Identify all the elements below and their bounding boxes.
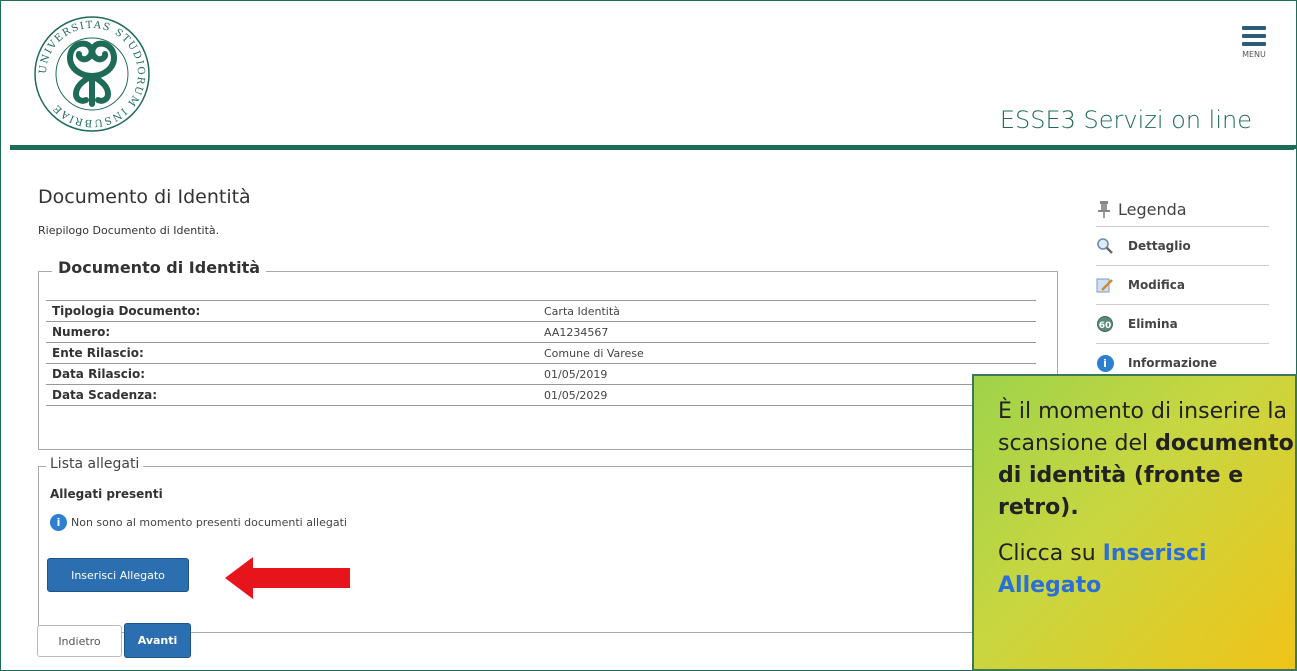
attachments-fieldset [38, 466, 1058, 633]
back-button[interactable]: Indietro [37, 625, 122, 657]
row-value: AA1234567 [538, 321, 1036, 343]
delete-icon: 60 [1096, 315, 1114, 333]
callout-paragraph-2: Clicca su Inserisci Allegato [998, 541, 1207, 598]
attachments-info-text: Non sono al momento presenti documenti a… [71, 516, 347, 529]
svg-text:60: 60 [1099, 321, 1112, 331]
row-label: Numero: [46, 321, 538, 343]
row-label: Data Rilascio: [46, 363, 538, 385]
legend-item-label: Dettaglio [1128, 239, 1191, 253]
attachments-info: i Non sono al momento presenti documenti… [50, 514, 347, 531]
row-value: Comune di Varese [538, 342, 1036, 364]
header: UNIVERSITAS STUDIORUM INSUBRIAE MENU ESS… [10, 10, 1294, 150]
menu-label: MENU [1242, 50, 1266, 59]
legend-panel: Legenda Dettaglio Modifica 60 Elimina i … [1096, 196, 1269, 383]
red-arrow-annotation [225, 557, 350, 599]
legend-item-dettaglio: Dettaglio [1096, 227, 1269, 266]
legend-item-label: Modifica [1128, 278, 1185, 292]
table-row: Data Scadenza: 01/05/2029 [46, 384, 1036, 406]
table-row: Ente Rilascio: Comune di Varese [46, 342, 1036, 364]
row-value: 01/05/2019 [538, 363, 1036, 385]
row-value: 01/05/2029 [538, 384, 1036, 406]
page-subtitle: Riepilogo Documento di Identità. [38, 224, 220, 237]
document-table: Tipologia Documento: Carta Identità Nume… [46, 300, 1036, 406]
table-row: Data Rilascio: 01/05/2019 [46, 363, 1036, 385]
attachments-title: Allegati presenti [50, 487, 163, 501]
pin-icon [1098, 201, 1110, 218]
hamburger-icon [1234, 26, 1274, 46]
magnifier-icon [1096, 237, 1114, 255]
row-label: Data Scadenza: [46, 384, 538, 406]
next-button[interactable]: Avanti [124, 623, 191, 658]
university-logo[interactable]: UNIVERSITAS STUDIORUM INSUBRIAE [32, 14, 152, 134]
table-row: Numero: AA1234567 [46, 321, 1036, 343]
table-row: Tipologia Documento: Carta Identità [46, 300, 1036, 322]
legend-item-elimina: 60 Elimina [1096, 305, 1269, 344]
legend-header: Legenda [1096, 196, 1269, 227]
menu-button[interactable]: MENU [1234, 26, 1274, 59]
attachments-fieldset-legend: Lista allegati [46, 456, 144, 472]
header-divider [10, 145, 1297, 149]
tutorial-callout: È il momento di inserire la scansione de… [972, 374, 1297, 671]
document-fieldset-legend: Documento di Identità [52, 258, 267, 277]
legend-title: Legenda [1118, 199, 1187, 219]
legend-item-modifica: Modifica [1096, 266, 1269, 305]
insert-attachment-button[interactable]: Inserisci Allegato [47, 558, 189, 592]
info-icon: i [50, 514, 67, 531]
row-label: Tipologia Documento: [46, 300, 538, 322]
legend-item-label: Elimina [1128, 317, 1178, 331]
page-title: Documento di Identità [38, 186, 251, 208]
row-value: Carta Identità [538, 300, 1036, 322]
legend-item-label: Informazione [1128, 356, 1218, 370]
callout-paragraph-1: È il momento di inserire la scansione de… [998, 399, 1294, 520]
info-icon: i [1096, 354, 1114, 372]
row-label: Ente Rilascio: [46, 342, 538, 364]
edit-icon [1096, 276, 1114, 294]
brand-title: ESSE3 Servizi on line [999, 106, 1252, 134]
